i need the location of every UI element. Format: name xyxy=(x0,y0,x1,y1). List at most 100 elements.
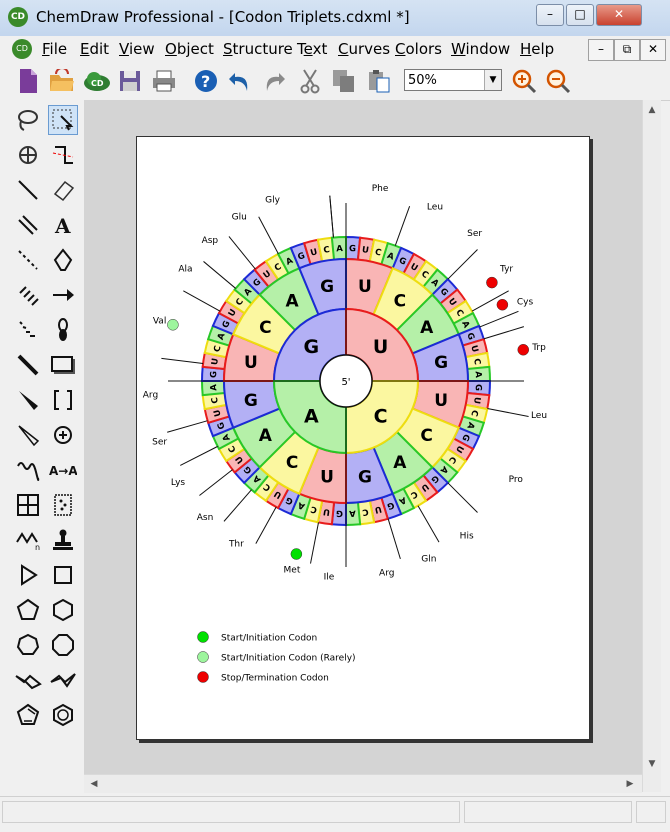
chain-icon[interactable]: n xyxy=(13,525,43,555)
pentagon-icon[interactable] xyxy=(13,595,43,625)
zoom-in-icon[interactable] xyxy=(510,67,538,95)
amino-acid-ile: Ile xyxy=(324,572,335,582)
print-icon[interactable] xyxy=(150,67,178,95)
copy-icon[interactable] xyxy=(330,67,358,95)
status-cell-extra xyxy=(636,801,666,823)
menu-structure[interactable]: Structure xyxy=(223,40,293,58)
stop-codon-marker xyxy=(496,298,509,311)
outer-ring-16-label: G xyxy=(473,384,483,391)
outer-ring-0-label: G xyxy=(349,244,356,254)
amino-acid-trp: Trp xyxy=(531,343,546,353)
cyclohexane-chair-2-icon[interactable] xyxy=(48,665,78,695)
scroll-up-arrow-icon[interactable]: ▲ xyxy=(644,102,660,118)
cyclohexane-chair-1-icon[interactable] xyxy=(13,665,43,695)
redo-icon[interactable] xyxy=(260,67,288,95)
amino-acid-glu: Glu xyxy=(232,213,247,223)
solid-bond-icon[interactable] xyxy=(13,175,43,205)
inner-ring-1-label: U xyxy=(373,336,388,358)
scroll-right-arrow-icon[interactable]: ▶ xyxy=(622,776,638,792)
document-icon[interactable]: CD xyxy=(12,39,32,59)
horizontal-scrollbar[interactable]: ◀ ▶ xyxy=(84,774,642,793)
octagon-icon[interactable] xyxy=(48,630,78,660)
multiple-bond-icon[interactable] xyxy=(13,210,43,240)
charge-icon[interactable] xyxy=(48,420,78,450)
lasso-icon[interactable] xyxy=(13,105,43,135)
svg-text:A: A xyxy=(54,214,71,237)
document-canvas[interactable]: GUCAGUCAGUCAGUCAGUCAGUCAGUCAGUCAGUCAGUCA… xyxy=(84,100,642,774)
status-cell-info xyxy=(464,801,632,823)
menu-curves[interactable]: Curves xyxy=(338,40,390,58)
marquee-select-icon[interactable] xyxy=(48,105,78,135)
text-tool-icon[interactable]: A xyxy=(48,210,78,240)
undo-icon[interactable] xyxy=(226,67,254,95)
heptagon-icon[interactable] xyxy=(13,630,43,660)
mdi-close-button[interactable]: ✕ xyxy=(640,39,666,61)
stop-codon-marker xyxy=(517,343,530,356)
inner-ring-0-label: G xyxy=(304,336,320,358)
amino-acid-asn: Asn xyxy=(197,513,214,523)
save-icon[interactable] xyxy=(116,67,144,95)
arrow-icon[interactable] xyxy=(48,280,78,310)
menu-text[interactable]: Text xyxy=(297,40,327,58)
bold-bond-icon[interactable] xyxy=(13,350,43,380)
chemdraw-app-icon[interactable]: CD xyxy=(8,7,28,27)
vertical-scrollbar[interactable]: ▲ ▼ xyxy=(642,100,661,792)
new-document-icon[interactable] xyxy=(14,67,42,95)
pen-icon[interactable] xyxy=(48,245,78,275)
chevron-down-icon[interactable]: ▼ xyxy=(484,70,501,90)
eraser-icon[interactable] xyxy=(48,175,78,205)
menu-file[interactable]: File xyxy=(42,40,67,58)
amino-acid-ser: Ser xyxy=(467,229,482,239)
mass-fragment-icon[interactable] xyxy=(48,140,78,170)
orbital-icon[interactable] xyxy=(48,315,78,345)
menu-help[interactable]: Help xyxy=(520,40,554,58)
menu-colors[interactable]: Colors xyxy=(395,40,442,58)
amino-acid-tyr: Tyr xyxy=(499,265,513,275)
middle-ring-0-label: U xyxy=(358,277,372,297)
triangle-icon[interactable] xyxy=(13,560,43,590)
menu-window[interactable]: Window xyxy=(451,40,510,58)
stamp-icon[interactable] xyxy=(48,525,78,555)
window-title: ChemDraw Professional - [Codon Triplets.… xyxy=(36,8,410,26)
cut-icon[interactable] xyxy=(296,67,324,95)
hashed-bond-icon[interactable] xyxy=(13,280,43,310)
menu-view[interactable]: View xyxy=(119,40,155,58)
hollow-wedge-icon[interactable] xyxy=(13,420,43,450)
amino-acid-ser: Ser xyxy=(152,438,167,448)
cyclopentadiene-icon[interactable] xyxy=(13,700,43,730)
help-icon[interactable]: ? xyxy=(192,67,220,95)
open-icon[interactable] xyxy=(48,67,76,95)
maximize-button[interactable]: □ xyxy=(566,4,594,26)
tool-palette: A A→A n xyxy=(0,100,84,800)
zoom-select[interactable]: 50% ▼ xyxy=(404,69,502,91)
amino-acid-arg: Arg xyxy=(143,391,158,401)
center-label: 5' xyxy=(341,377,350,388)
chemdraw-cloud-icon[interactable]: CD xyxy=(82,67,110,95)
mdi-minimize-button[interactable]: – xyxy=(588,39,614,61)
tlc-plate-icon[interactable] xyxy=(48,490,78,520)
mdi-restore-button[interactable]: ⧉ xyxy=(614,39,640,61)
menu-edit[interactable]: Edit xyxy=(80,40,109,58)
close-button[interactable]: ✕ xyxy=(596,4,642,26)
hashed-wedge-icon[interactable] xyxy=(13,315,43,345)
scroll-down-arrow-icon[interactable]: ▼ xyxy=(644,756,660,772)
zoom-out-icon[interactable] xyxy=(544,67,572,95)
wavy-bond-icon[interactable] xyxy=(13,455,43,485)
dashed-bond-icon[interactable] xyxy=(13,245,43,275)
table-icon[interactable] xyxy=(13,490,43,520)
paste-icon[interactable] xyxy=(364,67,392,95)
square-icon[interactable] xyxy=(48,560,78,590)
rectangle-drawing-icon[interactable] xyxy=(48,350,78,380)
minimize-button[interactable]: – xyxy=(536,4,564,26)
document-page[interactable]: GUCAGUCAGUCAGUCAGUCAGUCAGUCAGUCAGUCAGUCA… xyxy=(136,136,590,740)
menu-object[interactable]: Object xyxy=(165,40,214,58)
scroll-left-arrow-icon[interactable]: ◀ xyxy=(86,776,102,792)
brackets-icon[interactable] xyxy=(48,385,78,415)
benzene-icon[interactable] xyxy=(48,700,78,730)
structure-perspective-icon[interactable] xyxy=(13,140,43,170)
amino-acid-phe: Phe xyxy=(372,184,389,194)
hexagon-icon[interactable] xyxy=(48,595,78,625)
codon-wheel-diagram[interactable]: G U C A GUCAGUCAGUCAGUCAGUCAGUCAGUCAGUCAGUCA… xyxy=(137,137,589,739)
reaction-atom-icon[interactable]: A→A xyxy=(48,455,78,485)
wedge-bond-icon[interactable] xyxy=(13,385,43,415)
